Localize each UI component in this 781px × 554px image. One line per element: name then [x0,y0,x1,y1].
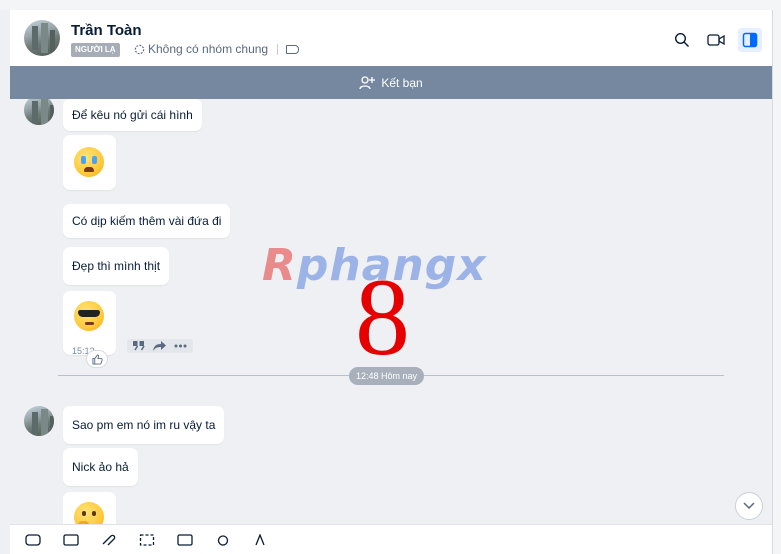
add-user-icon [359,75,376,89]
screenshot-icon [139,534,155,546]
chevron-down-icon [743,502,755,510]
screenshot-button[interactable] [138,531,156,549]
share-icon[interactable] [153,341,166,351]
text-format-icon [255,534,265,546]
contact-avatar[interactable] [24,20,60,56]
message-text: Để kêu nó gửi cái hình [72,108,193,122]
message-bubble[interactable]: Sao pm em nó im ru vậy ta [63,406,225,444]
contact-card-icon [177,534,193,546]
message-text: Sao pm em nó im ru vậy ta [72,418,216,432]
video-camera-icon [707,34,725,46]
sunglasses-face-sticker-icon [74,301,104,331]
attach-file-button[interactable] [100,531,118,549]
contact-name[interactable]: Trần Toàn [71,22,142,39]
toggle-info-panel-button[interactable] [738,28,762,52]
crying-face-sticker-icon [74,147,104,177]
header-actions [670,28,762,52]
thinking-face-sticker-icon [74,502,104,524]
sticker-message[interactable] [63,135,116,190]
message-text: Đẹp thì mình thịt [72,259,161,273]
label-tag-icon[interactable] [286,44,300,54]
side-panel-icon [742,32,758,48]
react-like-button[interactable] [86,350,108,368]
chat-header: Trần Toàn NGƯỜI LẠ Không có nhóm chung [10,10,772,66]
common-groups-text: Không có nhóm chung [148,42,269,56]
common-groups: Không có nhóm chung [134,42,300,56]
image-button[interactable] [62,531,80,549]
paperclip-icon [102,534,116,546]
header-separator [277,43,279,55]
sender-avatar[interactable] [24,406,54,436]
sticker-message[interactable]: 15:12 [63,291,116,356]
quote-icon[interactable] [133,341,145,351]
message-bubble[interactable]: Có dịp kiếm thêm vài đứa đi [63,204,231,238]
message-text: Có dịp kiếm thêm vài đứa đi [72,214,222,228]
stranger-badge: NGƯỜI LẠ [71,43,120,57]
sticker-button[interactable] [24,531,42,549]
left-strip [0,10,10,554]
sender-avatar[interactable] [24,99,54,125]
right-strip [772,10,781,554]
format-text-button[interactable] [252,531,270,549]
message-text: Nick ảo hả [72,460,129,474]
card-button[interactable] [176,531,194,549]
reminder-button[interactable] [214,531,232,549]
thumbs-up-icon [91,353,103,365]
scroll-to-bottom-button[interactable] [735,492,763,520]
more-options-icon[interactable] [174,344,187,348]
sticker-message[interactable] [63,492,116,524]
video-call-button[interactable] [704,28,728,52]
image-icon [63,534,79,546]
message-actions [127,339,193,353]
add-friend-label: Kết bạn [381,75,423,90]
composer-toolbar [10,524,772,554]
message-bubble[interactable]: Nick ảo hả [63,448,138,486]
overlay-number: 8 [355,256,410,378]
search-icon [674,32,690,48]
top-strip [0,0,781,10]
alarm-clock-icon [217,535,229,546]
message-bubble[interactable]: Đẹp thì mình thịt [63,247,170,285]
search-button[interactable] [670,28,694,52]
message-bubble[interactable]: Để kêu nó gửi cái hình [63,99,202,131]
sticker-icon [25,534,41,546]
dashed-circle-icon [134,44,145,54]
add-friend-bar[interactable]: Kết bạn [10,66,772,99]
